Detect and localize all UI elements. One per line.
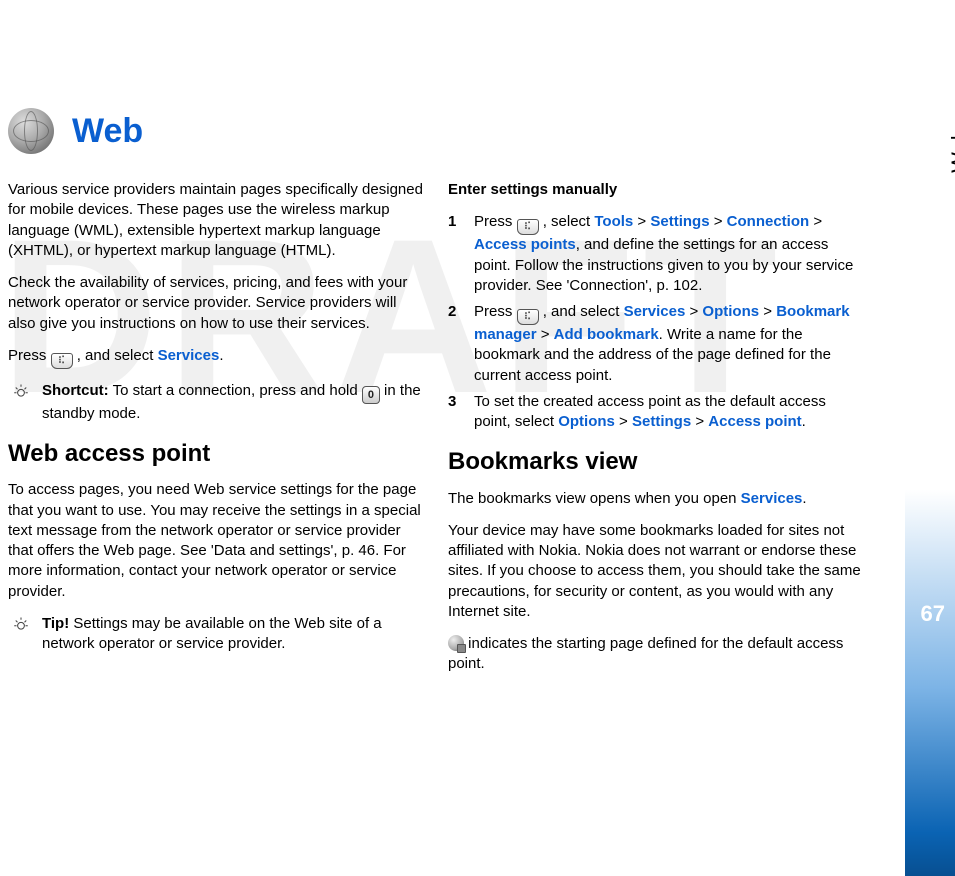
page-content: Web Various service providers maintain p…	[0, 0, 955, 687]
text-fragment: Press	[474, 213, 517, 230]
bookmarks-view-heading: Bookmarks view	[448, 446, 866, 478]
start-page-paragraph: indicates the starting page defined for …	[448, 634, 866, 675]
text-fragment: Settings may be available on the Web sit…	[42, 615, 382, 652]
text-fragment: >	[759, 303, 776, 320]
tip-block: Tip! Settings may be available on the We…	[8, 614, 426, 655]
menu-key-icon: ⁝⁚	[517, 309, 539, 325]
globe-icon	[8, 108, 54, 154]
text-fragment: >	[615, 413, 632, 430]
web-access-point-heading: Web access point	[8, 438, 426, 470]
tip-label: Tip!	[42, 615, 69, 632]
text-fragment: , select	[543, 213, 595, 230]
menu-key-icon: ⁝⁚	[51, 353, 73, 369]
step-number: 2	[448, 302, 474, 386]
bookmarks-paragraph-1: The bookmarks view opens when you open S…	[448, 489, 866, 509]
column-right: Enter settings manually 1 Press ⁝⁚ , sel…	[448, 180, 866, 687]
text-fragment: .	[219, 347, 223, 364]
menu-key-icon: ⁝⁚	[517, 219, 539, 235]
column-left: Various service providers maintain pages…	[8, 180, 426, 687]
title-row: Web	[8, 108, 878, 154]
text-fragment: >	[633, 213, 650, 230]
access-point-paragraph: To access pages, you need Web service se…	[8, 480, 426, 602]
text-fragment: >	[685, 303, 702, 320]
text-fragment: >	[809, 213, 822, 230]
services-link: Services	[158, 347, 220, 364]
right-rail: Web 67	[878, 18, 955, 687]
text-fragment: To start a connection, press and hold	[109, 382, 362, 399]
enter-settings-heading: Enter settings manually	[448, 180, 866, 200]
settings-link: Settings	[650, 213, 709, 230]
text-fragment: The bookmarks view opens when you open	[448, 490, 741, 507]
text-fragment: .	[802, 413, 806, 430]
text-fragment: >	[537, 326, 554, 343]
text-fragment: , and select	[77, 347, 158, 364]
shortcut-label: Shortcut:	[42, 382, 109, 399]
text-fragment: Press	[474, 303, 517, 320]
step-1: 1 Press ⁝⁚ , select Tools > Settings > C…	[448, 212, 866, 296]
step-2: 2 Press ⁝⁚ , and select Services > Optio…	[448, 302, 866, 386]
text-fragment: , and select	[543, 303, 624, 320]
services-link: Services	[741, 490, 803, 507]
bookmarks-paragraph-2: Your device may have some bookmarks load…	[448, 521, 866, 622]
services-link: Services	[624, 303, 686, 320]
options-link: Options	[558, 413, 615, 430]
access-points-link: Access points	[474, 236, 576, 253]
tools-link: Tools	[594, 213, 633, 230]
options-link: Options	[702, 303, 759, 320]
text-fragment: >	[710, 213, 727, 230]
step-number: 1	[448, 212, 474, 296]
step-number: 3	[448, 392, 474, 433]
connection-link: Connection	[727, 213, 810, 230]
start-page-icon	[448, 635, 464, 651]
bulb-icon	[12, 383, 30, 401]
step-3: 3 To set the created access point as the…	[448, 392, 866, 433]
settings-link: Settings	[632, 413, 691, 430]
text-fragment: .	[802, 490, 806, 507]
intro-paragraph-1: Various service providers maintain pages…	[8, 180, 426, 261]
zero-key-icon: 0	[362, 386, 380, 404]
text-fragment: Press	[8, 347, 51, 364]
text-fragment: >	[691, 413, 708, 430]
side-section-label: Web	[947, 128, 955, 173]
press-services-paragraph: Press ⁝⁚ , and select Services.	[8, 346, 426, 369]
shortcut-block: Shortcut: To start a connection, press a…	[8, 381, 426, 424]
page-number: 67	[921, 601, 945, 627]
bulb-icon	[12, 616, 30, 634]
intro-paragraph-2: Check the availability of services, pric…	[8, 273, 426, 334]
add-bookmark-link: Add bookmark	[554, 326, 659, 343]
access-point-link: Access point	[708, 413, 801, 430]
text-fragment: indicates the starting page defined for …	[448, 635, 843, 672]
page-title: Web	[72, 112, 143, 151]
steps-list: 1 Press ⁝⁚ , select Tools > Settings > C…	[448, 212, 866, 432]
